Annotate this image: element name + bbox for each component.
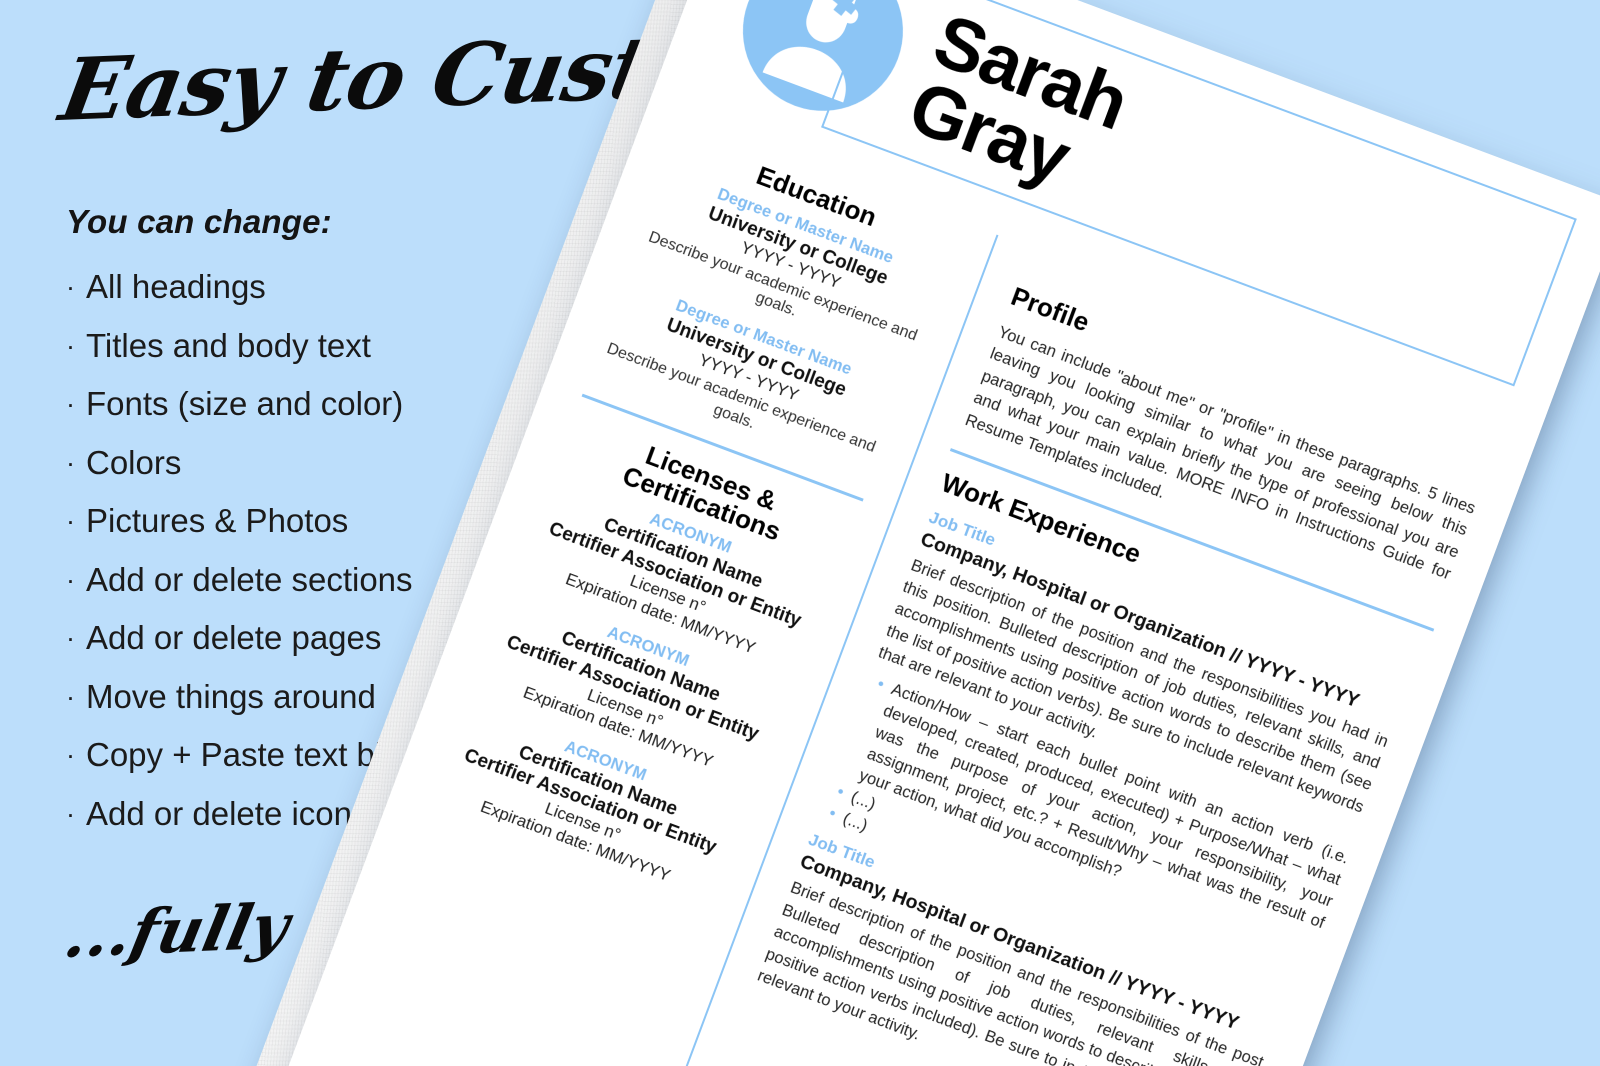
list-item-label: Add or delete icons bbox=[86, 794, 369, 832]
promo-title: Easy to Customize bbox=[53, 6, 941, 141]
bullet-icon: · bbox=[66, 506, 75, 536]
list-item-label: Fonts (size and color) bbox=[86, 385, 404, 422]
bullet-icon: · bbox=[66, 447, 75, 478]
list-item-label: Pictures & Photos bbox=[86, 502, 349, 539]
list-item-label: Add or delete sections bbox=[86, 560, 413, 598]
bullet-icon: · bbox=[66, 798, 75, 829]
list-item-label: Titles and body text bbox=[86, 326, 371, 364]
list-item-label: Move things around bbox=[86, 677, 376, 715]
bullet-icon: · bbox=[66, 564, 75, 595]
bullet-icon: · bbox=[66, 681, 75, 712]
canvas: Easy to Customize You can change: · All h… bbox=[0, 0, 1600, 1066]
bullet-icon: · bbox=[66, 272, 75, 302]
list-item-label: Add or delete pages bbox=[86, 619, 382, 656]
promo-subtitle: You can change: bbox=[66, 203, 332, 240]
bullet-icon: · bbox=[66, 740, 75, 770]
bullet-icon: · bbox=[66, 330, 75, 361]
bullet-icon: · bbox=[66, 389, 75, 419]
bullet-icon: · bbox=[66, 623, 75, 653]
list-item-label: Colors bbox=[86, 443, 182, 481]
list-item-label: All headings bbox=[86, 268, 266, 305]
